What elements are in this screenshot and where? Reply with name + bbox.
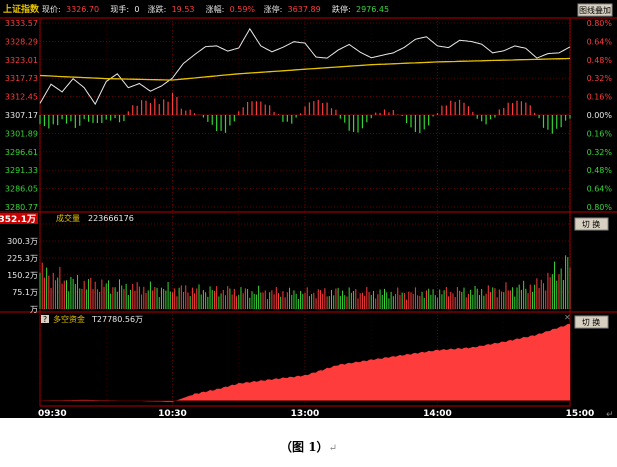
volume-tick: 300.3万 <box>7 237 38 246</box>
quote-value-2: 19.53 <box>172 5 195 14</box>
return-mark: ↵ <box>328 443 337 454</box>
volume-label: 成交量 <box>56 213 80 223</box>
price-tick-right: 0.32% <box>587 148 613 157</box>
time-tick: 15:00 <box>566 409 595 419</box>
time-tick: 14:00 <box>423 409 452 419</box>
figure-caption: （图 1）↵ <box>0 438 617 455</box>
quote-value-3: 0.59% <box>230 5 256 14</box>
figure-caption-text: （图 1） <box>280 440 329 454</box>
quote-value-4: 3637.89 <box>288 5 321 14</box>
price-tick-right: 0.16% <box>587 129 613 138</box>
trailing-mark: ↵ <box>606 410 614 420</box>
overlay-button-label: 图线叠加 <box>579 5 611 15</box>
volume-tick: 225.3万 <box>7 254 38 263</box>
volume-max-label: 352.1万 <box>0 214 36 225</box>
volume-switch-label: 切 换 <box>582 219 601 229</box>
price-tick-left: 3312.45 <box>5 93 38 102</box>
volume-tick: 75.1万 <box>12 288 38 297</box>
price-tick-left: 3301.89 <box>5 129 38 138</box>
quote-label-2: 涨跌: <box>148 4 167 14</box>
price-tick-left: 3328.29 <box>5 37 38 46</box>
time-tick: 10:30 <box>158 409 187 419</box>
price-tick-right: 0.64% <box>587 37 613 46</box>
quote-label-5: 跌停: <box>332 4 351 14</box>
quote-label-4: 涨停: <box>264 4 283 14</box>
quote-header: 现价: 3326.70 现手: 0 涨跌: 19.53 涨幅: 0.59% 涨停: 3637.89… <box>42 4 389 14</box>
quote-value-5: 2976.45 <box>356 5 389 14</box>
capital-label: 多空资金 <box>53 314 85 324</box>
quote-value-1: 0 <box>134 5 139 14</box>
quote-label-0: 现价: <box>42 5 61 14</box>
price-tick-right: 0.80% <box>587 203 613 212</box>
price-tick-right: 0.48% <box>587 56 613 65</box>
price-tick-right: 0.00% <box>587 111 613 120</box>
price-tick-left: 3333.57 <box>5 19 38 28</box>
volume-total: 223666176 <box>88 214 134 223</box>
quote-value-0: 3326.70 <box>66 5 99 14</box>
volume-tick: 150.2万 <box>7 271 38 280</box>
volume-tick: 万 <box>30 305 38 314</box>
price-tick-left: 3291.33 <box>5 166 38 175</box>
price-tick-right: 0.48% <box>587 166 613 175</box>
price-tick-right: 0.80% <box>587 19 613 28</box>
price-tick-left: 3286.05 <box>5 185 38 194</box>
price-tick-left: 3317.73 <box>5 74 38 83</box>
quote-label-1: 现手: <box>110 4 129 14</box>
price-tick-left: 3280.77 <box>5 203 38 212</box>
time-tick: 09:30 <box>38 409 67 419</box>
quote-label-3: 涨幅: <box>206 4 225 14</box>
price-tick-left: 3323.01 <box>5 56 38 65</box>
index-name: 上证指数 <box>3 3 40 15</box>
time-tick: 13:00 <box>291 409 320 419</box>
price-tick-right: 0.32% <box>587 74 613 83</box>
price-tick-left: 3307.17 <box>5 111 38 120</box>
capital-value: T27780.56万 <box>91 315 143 324</box>
capital-close-icon[interactable]: ✕ <box>564 313 571 322</box>
stock-chart: 3333.57 0.80% 3328.29 0.64% 3323.01 0.48% 3317… <box>0 0 617 419</box>
capital-help-glyph: ? <box>43 315 47 324</box>
price-tick-left: 3296.61 <box>5 148 38 157</box>
price-tick-right: 0.64% <box>587 185 613 194</box>
price-tick-right: 0.16% <box>587 93 613 102</box>
capital-switch-label: 切 换 <box>582 317 601 327</box>
